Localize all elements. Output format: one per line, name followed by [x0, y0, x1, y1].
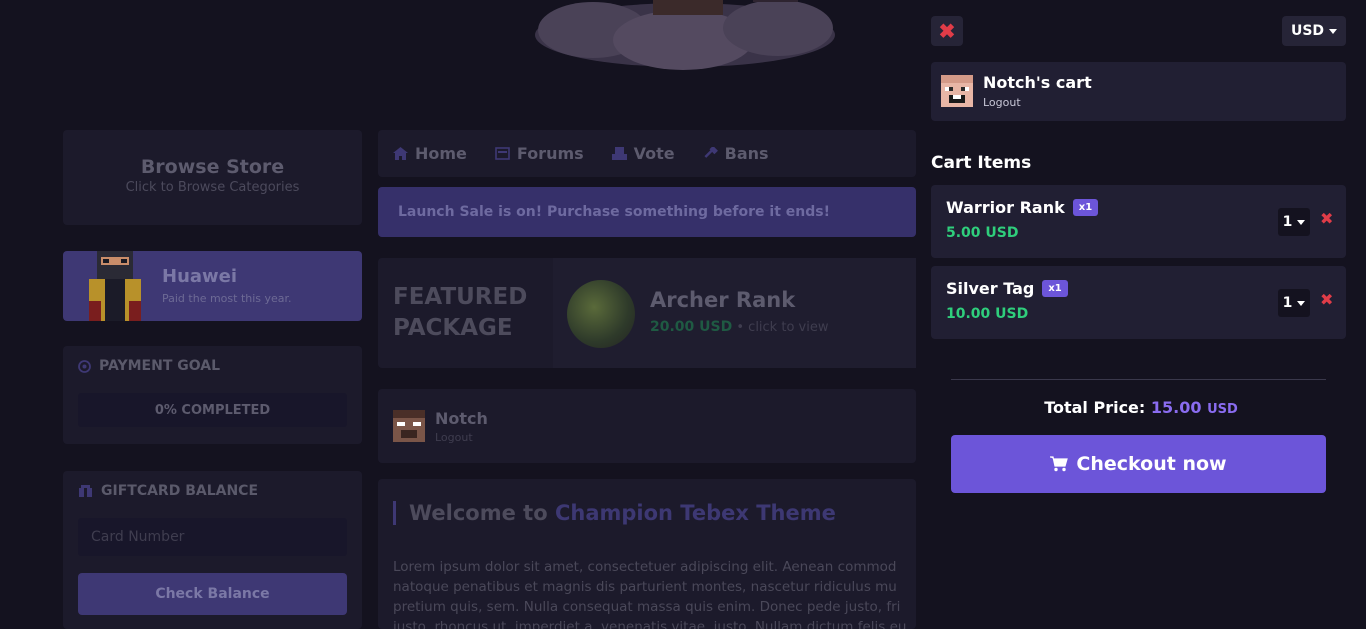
- quantity-value: 1: [1282, 295, 1293, 311]
- welcome-body: Lorem ipsum dolor sit amet, consectetuer…: [393, 557, 916, 629]
- home-icon: [393, 147, 408, 160]
- cart-item-name: Warrior Rank x1: [946, 198, 1099, 217]
- cart-item-price: 5.00 USD: [946, 225, 1019, 241]
- payment-goal-panel: PAYMENT GOAL 0% COMPLETED: [63, 346, 362, 444]
- hero-island-image: [535, 0, 835, 70]
- payment-goal-title: PAYMENT GOAL: [78, 358, 220, 374]
- nav-vote-label: Vote: [633, 144, 675, 163]
- featured-label-line2: PACKAGE: [393, 315, 513, 341]
- cart-user-panel: Notch's cart Logout: [931, 62, 1346, 121]
- giftcard-title: GIFTCARD BALANCE: [78, 483, 258, 499]
- browse-store-panel[interactable]: Browse Store Click to Browse Categories: [63, 130, 362, 225]
- nav-bans-label: Bans: [724, 144, 769, 163]
- donor-name: Huawei: [162, 266, 238, 287]
- quantity-badge: x1: [1072, 199, 1099, 216]
- check-balance-button[interactable]: Check Balance: [78, 573, 347, 615]
- nav-bans[interactable]: Bans: [703, 144, 769, 163]
- chevron-down-icon: [1297, 219, 1306, 225]
- checkout-button[interactable]: Checkout now: [951, 435, 1326, 493]
- chevron-down-icon: [1297, 300, 1306, 306]
- nav-forums[interactable]: Forums: [495, 144, 584, 163]
- currency-select[interactable]: USD: [1282, 16, 1346, 46]
- notch-avatar: [941, 75, 973, 107]
- main-navigation: Home Forums Vote Bans: [378, 130, 916, 177]
- cart-logout-link[interactable]: Logout: [983, 96, 1021, 109]
- card-number-input[interactable]: Card Number: [78, 518, 347, 556]
- featured-label-line1: FEATURED: [393, 284, 528, 310]
- forums-icon: [495, 147, 510, 160]
- featured-package-label: FEATURED PACKAGE: [393, 282, 533, 344]
- quantity-badge: x1: [1042, 280, 1068, 297]
- nav-home-label: Home: [415, 144, 467, 163]
- donor-skin-avatar: [89, 251, 141, 321]
- cart-item-name: Silver Tag x1: [946, 279, 1068, 298]
- cart-drawer: ✖ USD Notch's cart Logout Cart Items War…: [916, 0, 1366, 629]
- remove-item-button[interactable]: ✖: [1320, 290, 1333, 309]
- featured-package-card[interactable]: Archer Rank 20.00 USD • click to view: [553, 258, 916, 368]
- cart-user-name: Notch's cart: [983, 73, 1092, 92]
- sale-banner: Launch Sale is on! Purchase something be…: [378, 187, 916, 237]
- quantity-value: 1: [1282, 214, 1293, 230]
- quantity-select[interactable]: 1: [1278, 289, 1310, 317]
- featured-price-value: 20.00 USD: [650, 319, 733, 335]
- payment-goal-progress: 0% COMPLETED: [78, 393, 347, 427]
- featured-package-panel: FEATURED PACKAGE Archer Rank 20.00 USD •…: [378, 258, 916, 368]
- chevron-down-icon: [1329, 28, 1338, 34]
- target-icon: [78, 359, 91, 373]
- bans-icon: [704, 147, 718, 158]
- welcome-line: natoque penatibus et magnis dis parturie…: [393, 579, 897, 595]
- welcome-line: Lorem ipsum dolor sit amet, consectetuer…: [393, 559, 897, 575]
- checkout-label: Checkout now: [1076, 453, 1227, 475]
- payment-goal-label: PAYMENT GOAL: [99, 358, 221, 374]
- nav-home[interactable]: Home: [393, 144, 467, 163]
- nav-forums-label: Forums: [516, 144, 584, 163]
- cart-item: Silver Tag x1 10.00 USD 1 ✖: [931, 266, 1346, 339]
- top-donor-panel: Huawei Paid the most this year.: [63, 251, 362, 321]
- cart-item-label: Warrior Rank: [946, 198, 1065, 217]
- total-currency: USD: [1207, 402, 1238, 417]
- welcome-line: pretium quis, sem. Nulla consequat massa…: [393, 599, 901, 615]
- browse-title: Browse Store: [140, 156, 285, 178]
- currency-value: USD: [1290, 23, 1325, 39]
- total-label: Total Price:: [1044, 398, 1146, 417]
- featured-package-name: Archer Rank: [650, 288, 796, 312]
- welcome-prefix: Welcome to: [409, 501, 555, 525]
- user-panel: Notch Logout: [378, 389, 916, 463]
- close-icon: ✖: [938, 20, 956, 43]
- close-icon: ✖: [1320, 290, 1334, 309]
- cart-item-price: 10.00 USD: [946, 306, 1029, 322]
- welcome-panel: Welcome to Champion Tebex Theme Lorem ip…: [378, 479, 916, 629]
- featured-view-text: • click to view: [732, 320, 829, 335]
- close-cart-button[interactable]: ✖: [931, 16, 963, 46]
- giftcard-label: GIFTCARD BALANCE: [101, 483, 259, 499]
- giftcard-panel: GIFTCARD BALANCE Card Number Check Balan…: [63, 471, 362, 629]
- cart-item: Warrior Rank x1 5.00 USD 1 ✖: [931, 185, 1346, 258]
- browse-subtitle: Click to Browse Categories: [125, 180, 300, 195]
- divider: [951, 379, 1326, 380]
- user-logout-link[interactable]: Logout: [435, 431, 473, 444]
- total-amount: 15.00: [1150, 398, 1202, 417]
- remove-item-button[interactable]: ✖: [1320, 209, 1333, 228]
- total-price: Total Price: 15.00 USD: [916, 398, 1366, 417]
- user-name: Notch: [435, 409, 488, 428]
- welcome-accent: Champion Tebex Theme: [554, 501, 836, 525]
- cart-items-heading: Cart Items: [931, 153, 1032, 173]
- donor-subtitle: Paid the most this year.: [162, 292, 292, 305]
- nav-vote[interactable]: Vote: [611, 144, 675, 163]
- close-icon: ✖: [1320, 209, 1334, 228]
- giftcard-icon: [79, 484, 92, 497]
- welcome-heading: Welcome to Champion Tebex Theme: [393, 501, 836, 525]
- featured-package-price: 20.00 USD • click to view: [650, 319, 828, 335]
- welcome-line: justo, rhoncus ut, imperdiet a, venenati…: [393, 619, 907, 629]
- notch-avatar: [393, 410, 425, 442]
- cart-item-label: Silver Tag: [946, 279, 1035, 298]
- featured-package-image: [567, 280, 635, 348]
- shopping-cart-icon: [1050, 456, 1069, 472]
- quantity-select[interactable]: 1: [1278, 208, 1310, 236]
- vote-icon: [611, 147, 627, 160]
